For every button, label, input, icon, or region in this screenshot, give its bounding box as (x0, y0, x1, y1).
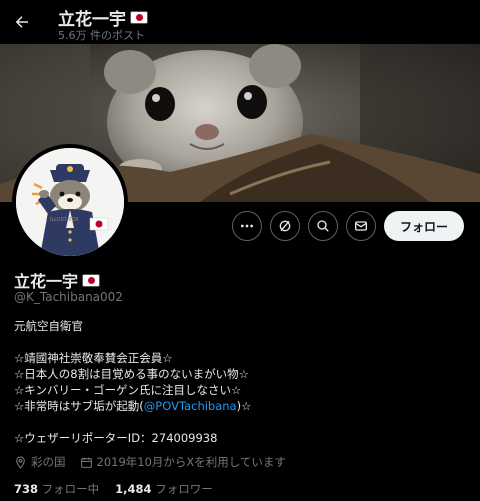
bio-line: ☆キンバリー・ゴーゲン氏に注目しなさい☆ (14, 383, 242, 397)
mention-link[interactable]: @POVTachibana (144, 399, 237, 413)
following-link[interactable]: 738 フォロー中 (14, 481, 99, 497)
japan-flag-icon (130, 11, 148, 24)
bio-text: )☆ (236, 399, 252, 413)
follow-button[interactable]: フォロー (383, 211, 464, 241)
location: 彩の国 (14, 454, 66, 470)
location-icon (16, 456, 25, 469)
following-label: フォロー中 (41, 482, 100, 496)
top-bar: 立花一宇 5.6万 件のポスト (0, 0, 480, 44)
profile-handle: @K_Tachibana002 (14, 290, 123, 304)
message-button[interactable] (345, 211, 376, 241)
followers-link[interactable]: 1,484 フォロワー (115, 481, 213, 497)
join-date: 2019年10月からXを利用しています (80, 454, 286, 470)
display-name: 立花一宇 (14, 272, 79, 291)
more-icon (240, 224, 253, 228)
bio-blank (14, 334, 251, 350)
bio-line: 元航空自衛官 (14, 319, 83, 333)
profile-meta: 彩の国 2019年10月からXを利用しています (14, 454, 286, 470)
calendar-icon (80, 457, 92, 468)
bio-line: ☆非常時はサブ垢が起動(@POVTachibana)☆ (14, 398, 251, 414)
grok-icon (279, 220, 291, 232)
profile-avatar[interactable]: ILLUST BOX (12, 144, 128, 260)
avatar-image: ILLUST BOX (16, 148, 124, 256)
japan-flag-icon (82, 273, 101, 287)
location-text: 彩の国 (31, 455, 66, 469)
followers-label: フォロワー (155, 482, 213, 496)
back-button[interactable] (10, 10, 34, 34)
search-icon (317, 220, 329, 232)
mail-icon (354, 221, 367, 231)
following-count: 738 (14, 482, 39, 496)
bio-text: ☆非常時はサブ垢が起動( (14, 399, 144, 413)
profile-bio: 元航空自衛官 ☆靖國神社崇敬奉賛会正会員☆ ☆日本人の8割は目覚める事のないまが… (14, 318, 251, 446)
bio-line: ☆日本人の8割は目覚める事のないまがい物☆ (14, 367, 249, 381)
search-button[interactable] (307, 211, 338, 241)
avatar-watermark: ILLUST BOX (50, 217, 79, 223)
follow-stats: 738 フォロー中 1,484 フォロワー (14, 481, 213, 497)
bio-blank (14, 414, 251, 430)
profile-name: 立花一宇 (14, 268, 101, 292)
profile-actions: フォロー (231, 211, 464, 241)
bio-line: ☆靖國神社崇敬奉賛会正会員☆ (14, 351, 173, 365)
followers-count: 1,484 (115, 482, 152, 496)
grok-button[interactable] (269, 211, 300, 241)
join-date-text: 2019年10月からXを利用しています (96, 455, 286, 469)
bio-line: ☆ウェザーリポーターID：274009938 (14, 431, 218, 445)
post-count: 5.6万 件のポスト (58, 29, 145, 42)
back-arrow-icon (15, 16, 28, 28)
more-button[interactable] (231, 211, 262, 241)
